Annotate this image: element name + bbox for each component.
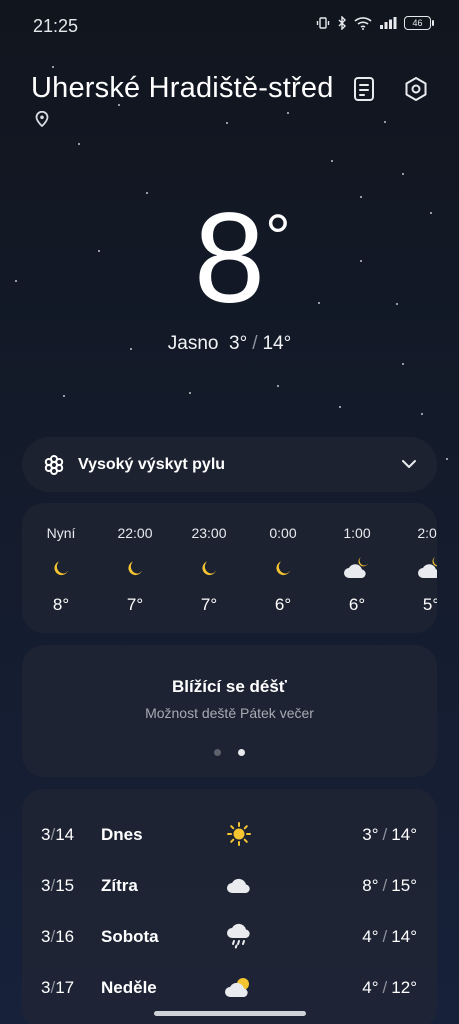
current-temperature: 8 ° [0, 195, 459, 323]
vibrate-icon [316, 17, 330, 29]
rain-title: Blížící se déšť [172, 677, 287, 696]
hour-time: 0:00 [269, 525, 297, 541]
hour-temp: 7° [126, 595, 144, 614]
page-indicator [22, 749, 437, 756]
city-name[interactable]: Uherské Hradiště-střed [31, 72, 334, 105]
temp-separator: / [252, 333, 258, 354]
hour-item: 0:00 6° [248, 525, 318, 615]
sun-icon [222, 819, 256, 849]
page-dot[interactable] [214, 749, 221, 756]
day-temp-range: 4°/14° [362, 927, 417, 946]
flower-icon [44, 454, 64, 475]
hour-time: 1:00 [343, 525, 371, 541]
day-temp-range: 3°/14° [362, 825, 417, 844]
partly-cloudy-night-icon [322, 551, 392, 585]
settings-icon [405, 77, 427, 101]
day-row[interactable]: 3/17 Neděle 4°/12° [22, 970, 437, 1010]
pollen-card[interactable]: Vysoký výskyt pylu [22, 437, 437, 492]
condition-text: Jasno [167, 333, 219, 354]
hour-item: Nyní 8° [26, 525, 96, 615]
day-name: Zítra [101, 876, 138, 895]
day-temp-range: 4°/12° [362, 978, 417, 997]
day-date: 3/15 [41, 876, 75, 895]
home-indicator[interactable] [154, 1011, 306, 1016]
rain-alert-card[interactable]: Blížící se déšť Možnost deště Pátek veče… [22, 645, 437, 777]
location-pin-icon [35, 110, 49, 132]
hour-item: 23:00 7° [174, 525, 244, 615]
hour-temp: 7° [200, 595, 218, 614]
moon-icon [100, 551, 170, 585]
moon-icon [248, 551, 318, 585]
condition-line: Jasno 3°/14° [0, 333, 459, 355]
status-icons: 46 [316, 16, 434, 30]
hour-temp: 6° [274, 595, 292, 614]
bluetooth-icon [338, 16, 346, 30]
hour-temp: 6° [348, 595, 366, 614]
day-date: 3/16 [41, 927, 75, 946]
day-date: 3/14 [41, 825, 75, 844]
cloud-icon [222, 870, 256, 900]
battery-indicator: 46 [404, 16, 434, 30]
day-temp-range: 8°/15° [362, 876, 417, 895]
hour-temp: 8° [52, 595, 70, 614]
hour-temp: 5° [422, 595, 437, 614]
degree-symbol: ° [265, 201, 291, 273]
day-row[interactable]: 3/14 Dnes 3°/14° [22, 817, 437, 857]
day-row[interactable]: 3/16 Sobota 4°/14° [22, 919, 437, 959]
signal-icon [380, 17, 397, 29]
rain-icon [222, 921, 256, 951]
partly-cloudy-night-icon [396, 551, 437, 585]
pollen-label: Vysoký výskyt pylu [78, 455, 226, 473]
daily-forecast[interactable]: 3/14 Dnes 3°/14° 3/15 Zítra 8°/15° 3/16 … [22, 789, 437, 1024]
rain-subtitle: Možnost deště Pátek večer [145, 705, 314, 721]
page-dot-active[interactable] [238, 749, 245, 756]
hour-item: 2:00 5° [396, 525, 437, 615]
day-name: Neděle [101, 978, 157, 997]
hourly-forecast[interactable]: Nyní 8° 22:00 7° 23:00 7° 0:00 6° 1:00 6… [22, 503, 437, 633]
wifi-icon [354, 17, 372, 30]
city-list-button[interactable] [348, 73, 380, 105]
moon-icon [174, 551, 244, 585]
hour-item: 22:00 7° [100, 525, 170, 615]
moon-icon [26, 551, 96, 585]
status-time: 21:25 [33, 16, 79, 36]
hour-time: 2:00 [417, 525, 437, 541]
list-document-icon [354, 77, 374, 101]
day-date: 3/17 [41, 978, 75, 997]
day-row[interactable]: 3/15 Zítra 8°/15° [22, 868, 437, 908]
hour-item: 1:00 6° [322, 525, 392, 615]
hour-time: Nyní [46, 525, 76, 541]
settings-button[interactable] [400, 73, 432, 105]
day-name: Sobota [101, 927, 159, 946]
hour-time: 23:00 [191, 525, 227, 541]
partly-cloudy-day-icon [222, 972, 256, 1002]
status-bar: 21:25 46 [0, 0, 459, 52]
hour-time: 22:00 [117, 525, 153, 541]
chevron-down-icon[interactable] [401, 456, 417, 472]
today-low: 3° [229, 333, 248, 354]
today-high: 14° [262, 333, 292, 354]
current-temp-value: 8 [193, 187, 266, 330]
day-name: Dnes [101, 825, 143, 844]
